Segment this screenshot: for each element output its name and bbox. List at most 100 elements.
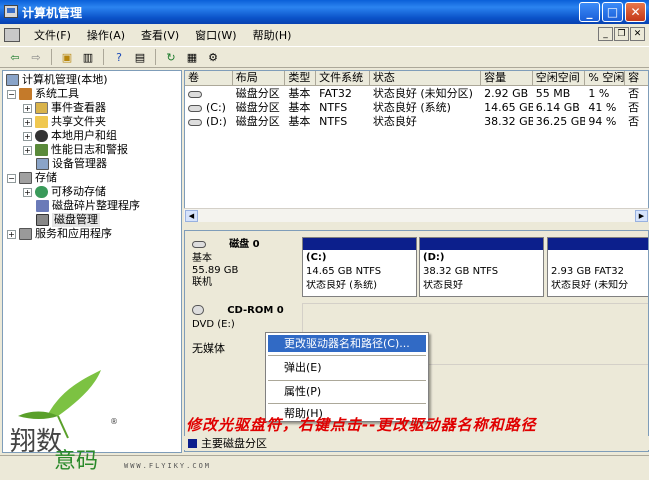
disk0-size: 55.89 GB (192, 265, 239, 276)
minimize-button[interactable]: _ (579, 2, 600, 22)
partition-bar (420, 238, 543, 250)
refresh-icon[interactable]: ↻ (162, 49, 180, 66)
tree-item-local-users[interactable]: + 本地用户和组 (23, 129, 117, 143)
tree-item-shared-folders[interactable]: + 共享文件夹 (23, 115, 106, 129)
toolbar-separator (155, 49, 156, 65)
menu-action[interactable]: 操作(A) (79, 25, 133, 45)
help-icon[interactable]: ? (110, 49, 128, 66)
cdrom0-status: 无媒体 (192, 342, 225, 355)
maximize-button[interactable]: □ (602, 2, 623, 22)
column-header[interactable]: 容 (625, 71, 648, 86)
tree-label: 系统工具 (35, 87, 79, 100)
window-controls: _ □ ✕ (579, 2, 646, 22)
legend-swatch (188, 438, 197, 448)
column-header[interactable]: 类型 (285, 71, 317, 86)
tree-label: 设备管理器 (52, 157, 107, 170)
show-tree-icon[interactable]: ▥ (79, 49, 97, 66)
expand-icon[interactable]: + (23, 117, 32, 127)
tree-label: 共享文件夹 (51, 115, 106, 128)
mmc-icon (4, 28, 20, 42)
scroll-right-icon[interactable]: ▶ (635, 210, 648, 222)
column-header[interactable]: 容量 (481, 71, 533, 86)
forward-arrow-icon[interactable]: ⇨ (27, 49, 45, 66)
back-arrow-icon[interactable]: ⇦ (6, 49, 24, 66)
expand-icon[interactable]: + (23, 103, 32, 113)
column-header[interactable]: % 空闲 (585, 71, 626, 86)
column-header[interactable]: 空闲空间 (532, 71, 586, 86)
menu-item-eject[interactable]: 弹出(E) (268, 359, 426, 376)
menu-separator (268, 403, 426, 404)
cdrom0-type: DVD (E:) (192, 319, 235, 330)
menu-separator (268, 380, 426, 381)
disk-volume-icon (188, 118, 202, 126)
tree-item-event-viewer[interactable]: + 事件查看器 (23, 101, 106, 115)
tree-label: 磁盘碎片整理程序 (52, 199, 140, 212)
up-folder-icon[interactable]: ▣ (58, 49, 76, 66)
tree-item-disk-management[interactable]: 磁盘管理 (36, 213, 100, 227)
tree-item-perf-logs[interactable]: + 性能日志和警报 (23, 143, 128, 157)
cdrom-icon (192, 305, 204, 315)
tree-label: 事件查看器 (51, 101, 106, 114)
tree-item-device-manager[interactable]: 设备管理器 (36, 157, 107, 171)
horizontal-scrollbar[interactable]: ◀ ▶ (184, 208, 649, 222)
menu-item-properties[interactable]: 属性(P) (268, 383, 426, 400)
tree-item-services[interactable]: + 服务和应用程序 (7, 227, 112, 241)
menu-separator (268, 355, 426, 356)
tree-label: 磁盘管理 (52, 213, 100, 227)
expand-icon[interactable]: + (23, 131, 32, 141)
expand-icon[interactable]: + (7, 229, 16, 239)
disk0-type: 基本 (192, 253, 212, 264)
mdi-close-button[interactable]: ✕ (630, 27, 645, 41)
menu-file[interactable]: 文件(F) (26, 25, 79, 45)
partition-d[interactable]: (D:) 38.32 GB NTFS 状态良好 (419, 237, 544, 297)
export-icon[interactable]: ▦ (183, 49, 201, 66)
collapse-icon[interactable]: − (7, 89, 16, 99)
menu-view[interactable]: 查看(V) (133, 25, 187, 45)
disk0-info[interactable]: 磁盘 0 基本 55.89 GB 联机 (185, 231, 301, 293)
title-bar: 计算机管理 _ □ ✕ (0, 0, 649, 24)
column-header[interactable]: 布局 (232, 71, 286, 86)
volume-row[interactable]: (D:) 磁盘分区 基本 NTFS 状态良好 38.32 GB 36.25 GB… (185, 115, 648, 129)
partition-c[interactable]: (C:) 14.65 GB NTFS 状态良好 (系统) (302, 237, 417, 297)
toolbar-separator (103, 49, 104, 65)
tree-label: 可移动存储 (51, 185, 106, 198)
partition-fat32[interactable]: 2.93 GB FAT32 状态良好 (未知分 (547, 237, 648, 297)
tree-item-root[interactable]: 计算机管理(本地) (6, 73, 108, 87)
tree-item-storage[interactable]: − 存储 (7, 171, 57, 185)
volume-row[interactable]: 磁盘分区 基本 FAT32 状态良好 (未知分区) 2.92 GB 55 MB … (185, 87, 648, 101)
mdi-restore-button[interactable]: ❐ (614, 27, 629, 41)
disk0-name: 磁盘 0 (229, 239, 260, 250)
expand-icon[interactable]: + (23, 187, 32, 197)
column-header[interactable]: 文件系统 (316, 71, 370, 86)
column-header[interactable]: 卷 (185, 71, 233, 86)
tree-label: 计算机管理(本地) (22, 73, 108, 86)
toolbar: ⇦ ⇨ ▣ ▥ ? ▤ ↻ ▦ ⚙ (0, 46, 649, 68)
collapse-icon[interactable]: − (7, 173, 16, 183)
partition-bar (548, 238, 648, 250)
scroll-left-icon[interactable]: ◀ (185, 210, 198, 222)
toolbox-icon (19, 88, 32, 100)
menu-bar: 文件(F) 操作(A) 查看(V) 窗口(W) 帮助(H) (0, 24, 649, 46)
volume-list: 卷 布局 类型 文件系统 状态 容量 空闲空间 % 空闲 容 磁盘分区 基本 F… (184, 70, 649, 222)
disk0-status: 联机 (192, 277, 212, 288)
menu-item-change-drive-letter[interactable]: 更改驱动器名和路径(C)... (268, 335, 426, 352)
tree-item-system-tools[interactable]: − 系统工具 (7, 87, 79, 101)
volume-row[interactable]: (C:) 磁盘分区 基本 NTFS 状态良好 (系统) 14.65 GB 6.1… (185, 101, 648, 115)
expand-icon[interactable]: + (23, 145, 32, 155)
removable-storage-icon (35, 186, 48, 198)
tree-label: 性能日志和警报 (51, 143, 128, 156)
tree-item-defrag[interactable]: 磁盘碎片整理程序 (36, 199, 140, 213)
tree-label: 服务和应用程序 (35, 227, 112, 240)
tree-item-removable[interactable]: + 可移动存储 (23, 185, 106, 199)
menu-window[interactable]: 窗口(W) (187, 25, 244, 45)
volume-list-header: 卷 布局 类型 文件系统 状态 容量 空闲空间 % 空闲 容 (185, 71, 648, 86)
mdi-minimize-button[interactable]: _ (598, 27, 613, 41)
settings-icon[interactable]: ⚙ (204, 49, 222, 66)
properties-icon[interactable]: ▤ (131, 49, 149, 66)
column-header[interactable]: 状态 (369, 71, 482, 86)
storage-icon (19, 172, 32, 184)
menu-help[interactable]: 帮助(H) (245, 25, 300, 45)
toolbar-separator (51, 49, 52, 65)
watermark-logo: 翔数 意码 ® (10, 370, 118, 470)
close-button[interactable]: ✕ (625, 2, 646, 22)
